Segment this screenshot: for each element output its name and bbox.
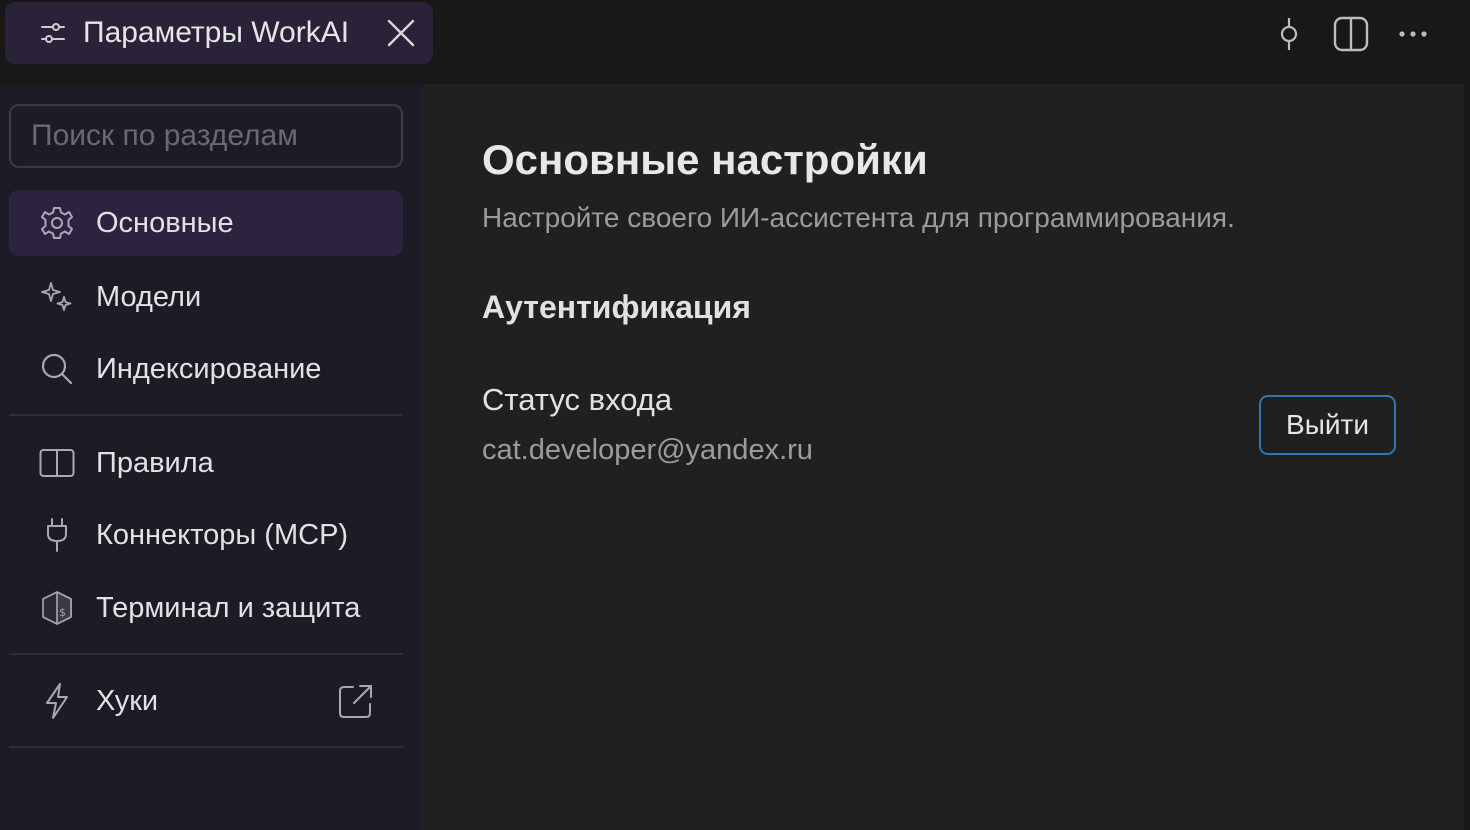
svg-text:$: $ bbox=[59, 606, 66, 619]
sidebar-item-hooks[interactable]: Хуки bbox=[9, 668, 403, 734]
sidebar-item-indexing[interactable]: Индексирование bbox=[9, 336, 403, 402]
plug-icon bbox=[39, 517, 75, 553]
sliders-icon bbox=[39, 19, 67, 47]
sidebar-item-label: Терминал и защита bbox=[96, 591, 361, 624]
sidebar-divider bbox=[9, 414, 403, 416]
settings-sidebar: Основные Модели Индексирование Правил bbox=[0, 84, 422, 830]
sidebar-item-connectors[interactable]: Коннекторы (MCP) bbox=[9, 502, 403, 568]
settings-main-panel: Основные настройки Настройте своего ИИ-а… bbox=[422, 84, 1464, 830]
external-link-icon[interactable] bbox=[337, 682, 375, 720]
tab-title: Параметры WorkAI bbox=[83, 16, 350, 49]
sidebar-item-label: Основные bbox=[96, 206, 234, 239]
login-status-label: Статус входа bbox=[482, 382, 673, 417]
search-icon bbox=[39, 351, 75, 387]
page-title: Основные настройки bbox=[482, 136, 928, 183]
logout-button[interactable]: Выйти bbox=[1259, 395, 1396, 455]
sidebar-divider bbox=[9, 746, 403, 748]
settings-tab[interactable]: Параметры WorkAI bbox=[5, 2, 433, 64]
login-email: cat.developer@yandex.ru bbox=[482, 434, 813, 466]
gear-icon bbox=[39, 205, 75, 241]
sidebar-item-label: Индексирование bbox=[96, 352, 322, 385]
sparkles-icon bbox=[39, 279, 75, 315]
close-icon[interactable] bbox=[385, 17, 417, 49]
sidebar-item-label: Модели bbox=[96, 280, 202, 313]
sidebar-item-label: Коннекторы (MCP) bbox=[96, 518, 349, 551]
sidebar-item-terminal-security[interactable]: $ Терминал и защита bbox=[9, 575, 403, 641]
sidebar-item-rules[interactable]: Правила bbox=[9, 430, 403, 496]
section-title-authentication: Аутентификация bbox=[482, 289, 751, 325]
sidebar-item-models[interactable]: Модели bbox=[9, 264, 403, 330]
sidebar-item-label: Хуки bbox=[96, 684, 159, 717]
title-bar: Параметры WorkAI bbox=[0, 0, 1470, 84]
sidebar-item-general[interactable]: Основные bbox=[9, 190, 403, 256]
sidebar-item-label: Правила bbox=[96, 446, 214, 479]
more-icon[interactable] bbox=[1393, 14, 1433, 54]
terminal-shield-icon: $ bbox=[39, 590, 75, 626]
sidebar-divider bbox=[9, 653, 403, 655]
page-subtitle: Настройте своего ИИ-ассистента для прогр… bbox=[482, 202, 1235, 233]
lightning-icon bbox=[39, 683, 75, 719]
commit-icon[interactable] bbox=[1269, 14, 1309, 54]
split-view-icon[interactable] bbox=[1331, 14, 1371, 54]
section-search-input[interactable] bbox=[9, 104, 403, 168]
book-icon bbox=[39, 445, 75, 481]
